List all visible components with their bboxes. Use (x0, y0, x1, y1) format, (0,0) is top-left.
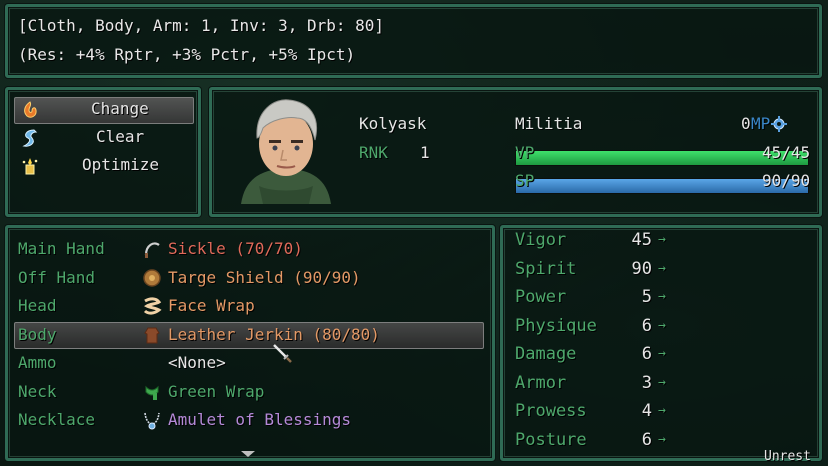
stat-value: 5 (641, 287, 652, 307)
actor-portrait (241, 99, 331, 204)
gear-icon (771, 116, 787, 132)
item-info-line-1: [Cloth, Body, Arm: 1, Inv: 3, Drb: 80] (18, 16, 385, 35)
stat-row-physique: Physique 6 → (514, 315, 814, 341)
command-change[interactable]: Change (16, 98, 192, 122)
equip-slot-head[interactable]: Head Face Wrap (16, 294, 482, 319)
rank-value: 1 (420, 143, 430, 162)
equip-slot-label: Neck (18, 381, 57, 401)
mp-value: 0 (741, 114, 751, 133)
stat-row-prowess: Prowess 4 → (514, 400, 814, 426)
equip-slot-neck[interactable]: Neck Green Wrap (16, 380, 482, 405)
stat-value: 90 (631, 258, 652, 279)
command-optimize-label: Optimize (82, 155, 160, 174)
command-change-label: Change (91, 99, 149, 118)
equip-slot-label: Necklace (18, 410, 96, 429)
footer-status: Unrest (764, 449, 811, 464)
equip-slot-ammo[interactable]: Ammo <None> (16, 351, 482, 376)
arrow-right-icon: → (658, 346, 666, 361)
water-swirl-icon (22, 129, 38, 147)
sparkle-candle-icon (22, 158, 38, 175)
fire-swirl-icon (24, 101, 37, 118)
equip-slot-main-hand[interactable]: Main Hand Sickle (70/70) (16, 237, 482, 262)
stat-value: 3 (641, 372, 652, 393)
stat-value: 4 (641, 401, 652, 421)
sickle-icon (144, 242, 160, 258)
amulet-icon (144, 412, 160, 430)
command-clear[interactable]: Clear (16, 126, 192, 150)
command-clear-label: Clear (96, 127, 145, 146)
chevron-down-icon (241, 451, 255, 457)
stat-name: Armor (515, 372, 567, 393)
item-info-window: [Cloth, Body, Arm: 1, Inv: 3, Drb: 80] (… (5, 4, 822, 78)
equip-item-name: Face Wrap (168, 296, 255, 315)
stat-name: Prowess (515, 401, 587, 421)
arrow-right-icon: → (658, 260, 666, 276)
stat-name: Power (515, 287, 567, 307)
sp-value: 90/90 (762, 171, 811, 190)
sp-label: SP (515, 171, 535, 190)
arrow-right-icon: → (658, 317, 666, 333)
arrow-right-icon: → (658, 232, 666, 247)
equip-slot-label: Ammo (18, 353, 57, 372)
shield-icon (143, 268, 161, 287)
actor-class: Militia (515, 114, 583, 133)
stat-name: Posture (515, 429, 587, 450)
vp-value: 45/45 (762, 143, 811, 162)
equip-item-name: Green Wrap (168, 381, 265, 401)
equip-item-name: <None> (168, 353, 226, 372)
arrow-right-icon: → (658, 289, 666, 304)
rank-label: RNK (359, 143, 388, 162)
equip-slot-label: Main Hand (18, 239, 105, 258)
item-info-line-2: (Res: +4% Rptr, +3% Pctr, +5% Ipct) (18, 45, 356, 64)
stat-value: 6 (641, 344, 652, 364)
stat-row-vigor: Vigor 45 → (514, 229, 814, 255)
sword-cursor-icon (273, 344, 292, 363)
arrow-right-icon: → (658, 374, 666, 390)
scarf-icon (145, 385, 159, 400)
wrap-icon (143, 297, 162, 315)
stat-row-damage: Damage 6 → (514, 343, 814, 369)
stat-value: 6 (641, 315, 652, 336)
equip-slot-body[interactable]: Body Leather Jerkin (80/80) (16, 323, 482, 348)
stat-value: 6 (641, 429, 652, 450)
stat-name: Spirit (515, 258, 577, 279)
equip-slot-label: Head (18, 296, 57, 315)
actor-name: Kolyask (359, 114, 427, 133)
jerkin-icon (144, 327, 160, 343)
equip-item-name: Leather Jerkin (80/80) (168, 324, 380, 344)
equip-slot-label: Off Hand (18, 267, 96, 287)
equip-slot-necklace[interactable]: Necklace Amulet of Blessings (16, 408, 482, 433)
stat-row-armor: Armor 3 → (514, 372, 814, 398)
equip-slot-off-hand[interactable]: Off Hand Targe Shield (90/90) (16, 266, 482, 291)
stat-row-spirit: Spirit 90 → (514, 258, 814, 284)
stat-value: 45 (631, 230, 652, 250)
equip-item-name: Amulet of Blessings (168, 410, 352, 429)
equip-item-name: Sickle (70/70) (168, 239, 303, 258)
command-optimize[interactable]: Optimize (16, 154, 192, 178)
stat-name: Physique (515, 315, 597, 336)
stat-name: Damage (515, 344, 577, 364)
stat-name: Vigor (515, 230, 567, 250)
mp-label: MP (751, 114, 771, 133)
equip-slot-label: Body (18, 324, 57, 344)
arrow-right-icon: → (658, 403, 666, 418)
vp-label: VP (515, 143, 535, 162)
stat-row-power: Power 5 → (514, 286, 814, 312)
arrow-right-icon: → (658, 431, 666, 447)
equip-item-name: Targe Shield (90/90) (168, 267, 361, 287)
